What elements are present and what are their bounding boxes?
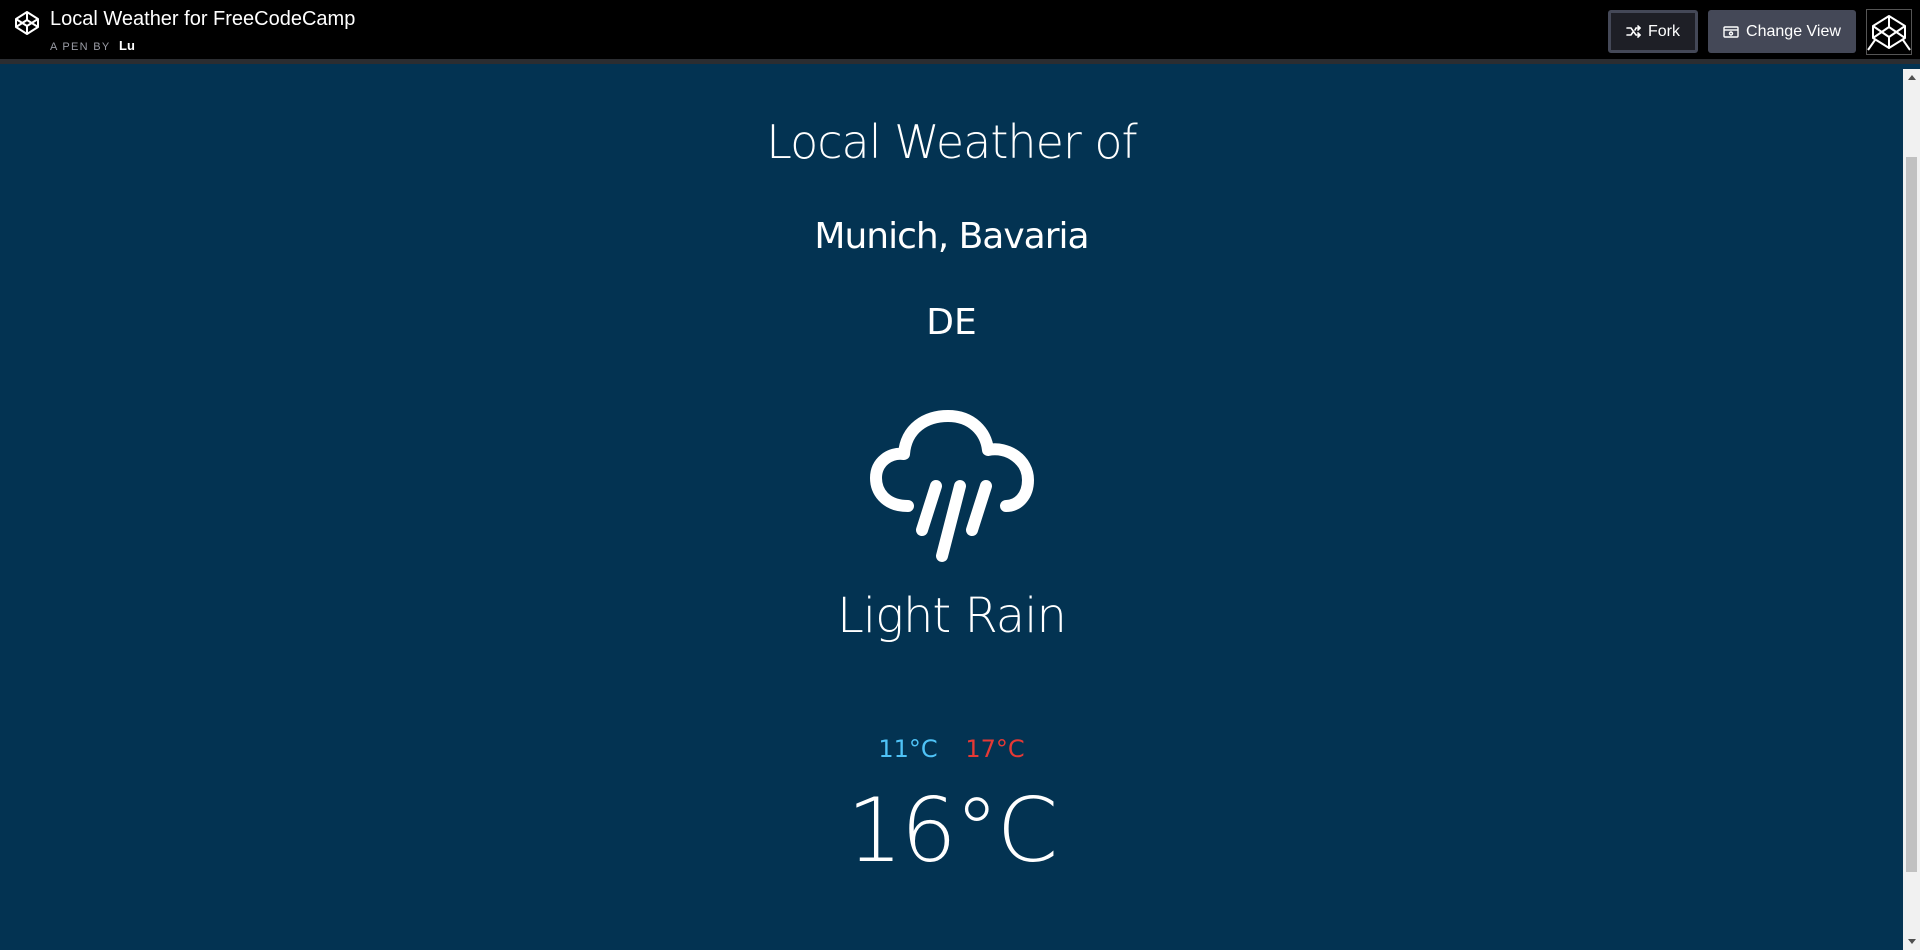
- weather-heading: Local Weather of: [766, 115, 1138, 169]
- scroll-down-arrow-icon[interactable]: [1903, 933, 1920, 950]
- fork-button[interactable]: Fork: [1608, 10, 1698, 53]
- country-code: DE: [926, 302, 977, 343]
- pen-byline: A PEN BY Lu: [50, 37, 135, 55]
- weather-app: Local Weather of Munich, Bavaria DE Ligh…: [0, 69, 1903, 950]
- temp-min: 11°C: [878, 735, 938, 763]
- change-view-button[interactable]: Change View: [1708, 10, 1856, 53]
- pen-by-label: A PEN BY: [50, 41, 111, 53]
- temp-range: 11°C 17°C: [0, 735, 1903, 763]
- codepen-header: Local Weather for FreeCodeCamp A PEN BY …: [0, 0, 1920, 64]
- fork-icon: [1626, 25, 1641, 38]
- scrollbar-thumb[interactable]: [1906, 157, 1917, 872]
- change-view-icon: [1723, 26, 1739, 38]
- rain-cloud-icon: [870, 410, 1034, 562]
- scroll-up-arrow-icon[interactable]: [1903, 69, 1920, 86]
- codepen-logo-icon[interactable]: [13, 9, 41, 37]
- codepen-avatar-icon: [1867, 15, 1911, 51]
- pen-title: Local Weather for FreeCodeCamp: [50, 8, 356, 30]
- author-link[interactable]: Lu: [119, 38, 135, 53]
- temp-max: 17°C: [965, 735, 1025, 763]
- city-name: Munich, Bavaria: [814, 216, 1089, 257]
- user-avatar[interactable]: [1866, 9, 1912, 55]
- change-view-button-label: Change View: [1746, 22, 1841, 40]
- fork-button-label: Fork: [1648, 22, 1680, 40]
- current-temperature[interactable]: 16°C: [0, 779, 1903, 882]
- vertical-scrollbar[interactable]: [1903, 69, 1920, 950]
- weather-condition: Light Rain: [837, 588, 1067, 644]
